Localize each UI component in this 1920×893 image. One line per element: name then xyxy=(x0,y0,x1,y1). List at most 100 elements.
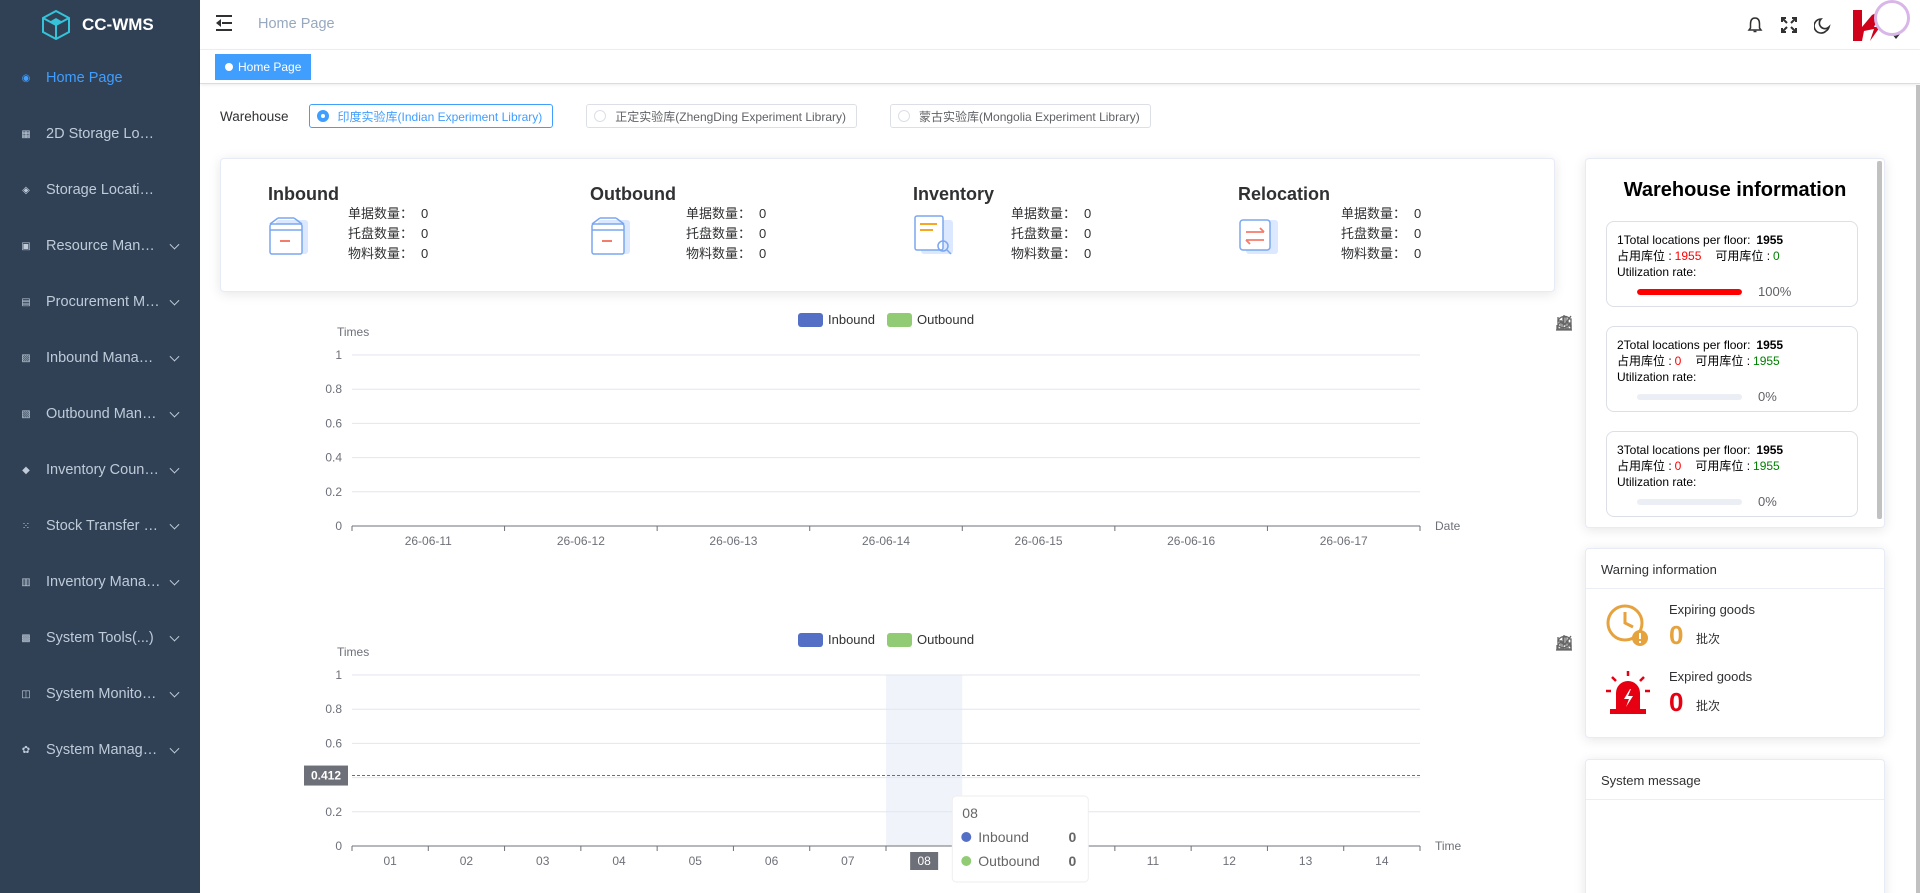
x-axis-title: Time xyxy=(1435,839,1462,853)
sidebar-item-8[interactable]: ⁙ Stock Transfer Management xyxy=(0,498,200,554)
x-tick-label: 12 xyxy=(1223,854,1237,868)
inventory-icon: ▥ xyxy=(21,576,31,588)
warning-item-1[interactable]: Expired goods 0 批次 xyxy=(1604,669,1864,725)
chevron-down-icon xyxy=(169,519,180,530)
available-value: 0 xyxy=(1773,249,1780,263)
y-tick-label: 0.8 xyxy=(325,382,342,396)
sidebar-item-3[interactable]: ▣ Resource Management xyxy=(0,218,200,274)
x-tick-label: 05 xyxy=(689,854,703,868)
warning-item-0[interactable]: Expiring goods 0 批次 xyxy=(1604,602,1864,658)
fullscreen-icon[interactable] xyxy=(1780,16,1798,34)
sidebar-item-4[interactable]: ▤ Procurement Management xyxy=(0,274,200,330)
legend-item-outbound[interactable]: Outbound xyxy=(887,312,974,327)
chevron-down-icon xyxy=(169,687,180,698)
sidebar-item-12[interactable]: ✿ System Management xyxy=(0,722,200,778)
warning-info-panel: Warning information Expiring goods 0 批次 Exp… xyxy=(1585,548,1885,738)
hamburger-icon[interactable] xyxy=(216,15,234,31)
sidebar-item-1[interactable]: ▦ 2D Storage Location Map xyxy=(0,106,200,162)
sidebar-item-5[interactable]: ▨ Inbound Management xyxy=(0,330,200,386)
legend-swatch xyxy=(887,633,912,647)
stat-row-value: 0 xyxy=(421,206,429,221)
summary-stats-card: Inbound 单据数量： 0 托盘数量： 0 物料数量： 0 Outbound 单据数量： 0 托… xyxy=(220,158,1555,292)
utilization-label: Utilization rate: xyxy=(1617,265,1697,279)
chevron-down-icon xyxy=(169,351,180,362)
legend-item-inbound[interactable]: Inbound xyxy=(798,632,875,647)
warning-count: 0 xyxy=(1669,620,1684,650)
occupied-value: 0 xyxy=(1674,354,1682,368)
sidebar-item-label: System Tools(...) xyxy=(46,630,154,646)
stat-row-label: 单据数量： xyxy=(686,206,752,221)
sidebar-item-label: System Monitoring xyxy=(46,686,161,702)
sidebar-item-label: Inventory Counting xyxy=(46,462,161,478)
chevron-down-icon xyxy=(169,295,180,306)
y-axis-title: Times xyxy=(337,645,369,659)
sidebar-item-0[interactable]: ◉ Home Page xyxy=(0,50,200,106)
bell-icon[interactable] xyxy=(1746,16,1764,34)
warehouse-radio-0[interactable]: 印度实验库(Indian Experiment Library) xyxy=(308,104,554,128)
sidebar-item-2[interactable]: ◈ Storage Location Management xyxy=(0,162,200,218)
sidebar-item-11[interactable]: ◫ System Monitoring xyxy=(0,666,200,722)
tag-home-page[interactable]: Home Page xyxy=(215,54,312,80)
sidebar-item-6[interactable]: ▧ Outbound Management xyxy=(0,386,200,442)
tools-icon: ▩ xyxy=(21,632,31,644)
stat-row-value: 0 xyxy=(1414,246,1422,261)
stat-row-value: 0 xyxy=(1084,226,1092,241)
stat-row: 单据数量： 0 xyxy=(1011,204,1091,224)
x-tick-label: 01 xyxy=(383,854,397,868)
help-icon[interactable] xyxy=(1874,0,1910,36)
y-axis-title: Times xyxy=(337,325,369,339)
sidebar-item-label: System Management xyxy=(46,742,161,758)
x-axis-title: Date xyxy=(1435,519,1461,533)
chevron-down-icon xyxy=(169,575,180,586)
sidebar-item-label: Home Page xyxy=(46,70,123,86)
x-tick-label: 26-06-12 xyxy=(557,534,605,548)
stat-row-label: 单据数量： xyxy=(348,206,414,221)
stat-row-label: 物料数量： xyxy=(1341,246,1407,261)
x-tick-label: 03 xyxy=(536,854,550,868)
x-tick-label: 14 xyxy=(1375,854,1389,868)
resource-icon: ▣ xyxy=(21,240,31,252)
x-tick-label: 26-06-11 xyxy=(405,534,452,548)
floor-total-row: 3Total locations per floor: 1955 xyxy=(1617,442,1857,458)
warehouse-radio-1[interactable]: 正定实验库(ZhengDing Experiment Library) xyxy=(586,104,858,128)
warehouse-radio-2[interactable]: 蒙古实验库(Mongolia Experiment Library) xyxy=(890,104,1151,128)
legend-item-outbound[interactable]: Outbound xyxy=(887,632,974,647)
save-image-icon[interactable] xyxy=(1555,313,1573,331)
warehouse-label: Warehouse xyxy=(220,108,289,124)
sidebar-item-10[interactable]: ▩ System Tools(...) xyxy=(0,610,200,666)
y-tick-label: 0.2 xyxy=(325,805,342,819)
y-tick-label: 0.6 xyxy=(325,416,342,430)
utilization-progress: 0% xyxy=(1617,494,1857,510)
floor-total-row: 1Total locations per floor: 1955 xyxy=(1617,232,1857,248)
y-tick-label: 0.2 xyxy=(325,485,342,499)
panel-scrollbar[interactable] xyxy=(1877,161,1882,519)
sidebar-item-7[interactable]: ◆ Inventory Counting xyxy=(0,442,200,498)
stat-relocation: Relocation 单据数量： 0 托盘数量： 0 物料数量： 0 xyxy=(1191,184,1491,274)
page-scrollbar-thumb[interactable] xyxy=(1916,85,1920,893)
chevron-down-icon xyxy=(169,463,180,474)
occupied-label: 占用库位 : xyxy=(1617,354,1672,368)
y-tick-label: 0 xyxy=(335,519,342,533)
stat-rows: 单据数量： 0 托盘数量： 0 物料数量： 0 xyxy=(1341,204,1421,264)
breadcrumb[interactable]: Home Page xyxy=(258,16,335,32)
legend-item-inbound[interactable]: Inbound xyxy=(798,312,875,327)
stat-row-label: 托盘数量： xyxy=(1341,226,1407,241)
sidebar-item-9[interactable]: ▥ Inventory Management xyxy=(0,554,200,610)
radio-circle-icon xyxy=(898,110,911,122)
save-image-icon[interactable] xyxy=(1555,633,1573,651)
legend-label: Inbound xyxy=(828,312,875,327)
floor-occupancy-row: 占用库位 :1955 可用库位 :0 xyxy=(1617,248,1857,264)
moon-icon[interactable] xyxy=(1814,16,1832,34)
location-icon: ◈ xyxy=(22,184,30,196)
stat-rows: 单据数量： 0 托盘数量： 0 物料数量： 0 xyxy=(1011,204,1091,264)
floor-total-row: 2Total locations per floor: 1955 xyxy=(1617,337,1857,353)
warehouse-info-title: Warehouse information xyxy=(1623,179,1847,201)
available-label: 可用库位 : xyxy=(1695,354,1751,368)
stat-row-label: 单据数量： xyxy=(1011,206,1077,221)
sidebar-item-label: Inbound Management xyxy=(46,350,161,366)
stat-row: 托盘数量： 0 xyxy=(348,224,428,244)
relocation-icon xyxy=(1239,219,1278,254)
logo[interactable]: CC-WMS xyxy=(0,0,200,50)
available-label: 可用库位 : xyxy=(1695,459,1751,473)
legend-swatch xyxy=(798,313,823,327)
